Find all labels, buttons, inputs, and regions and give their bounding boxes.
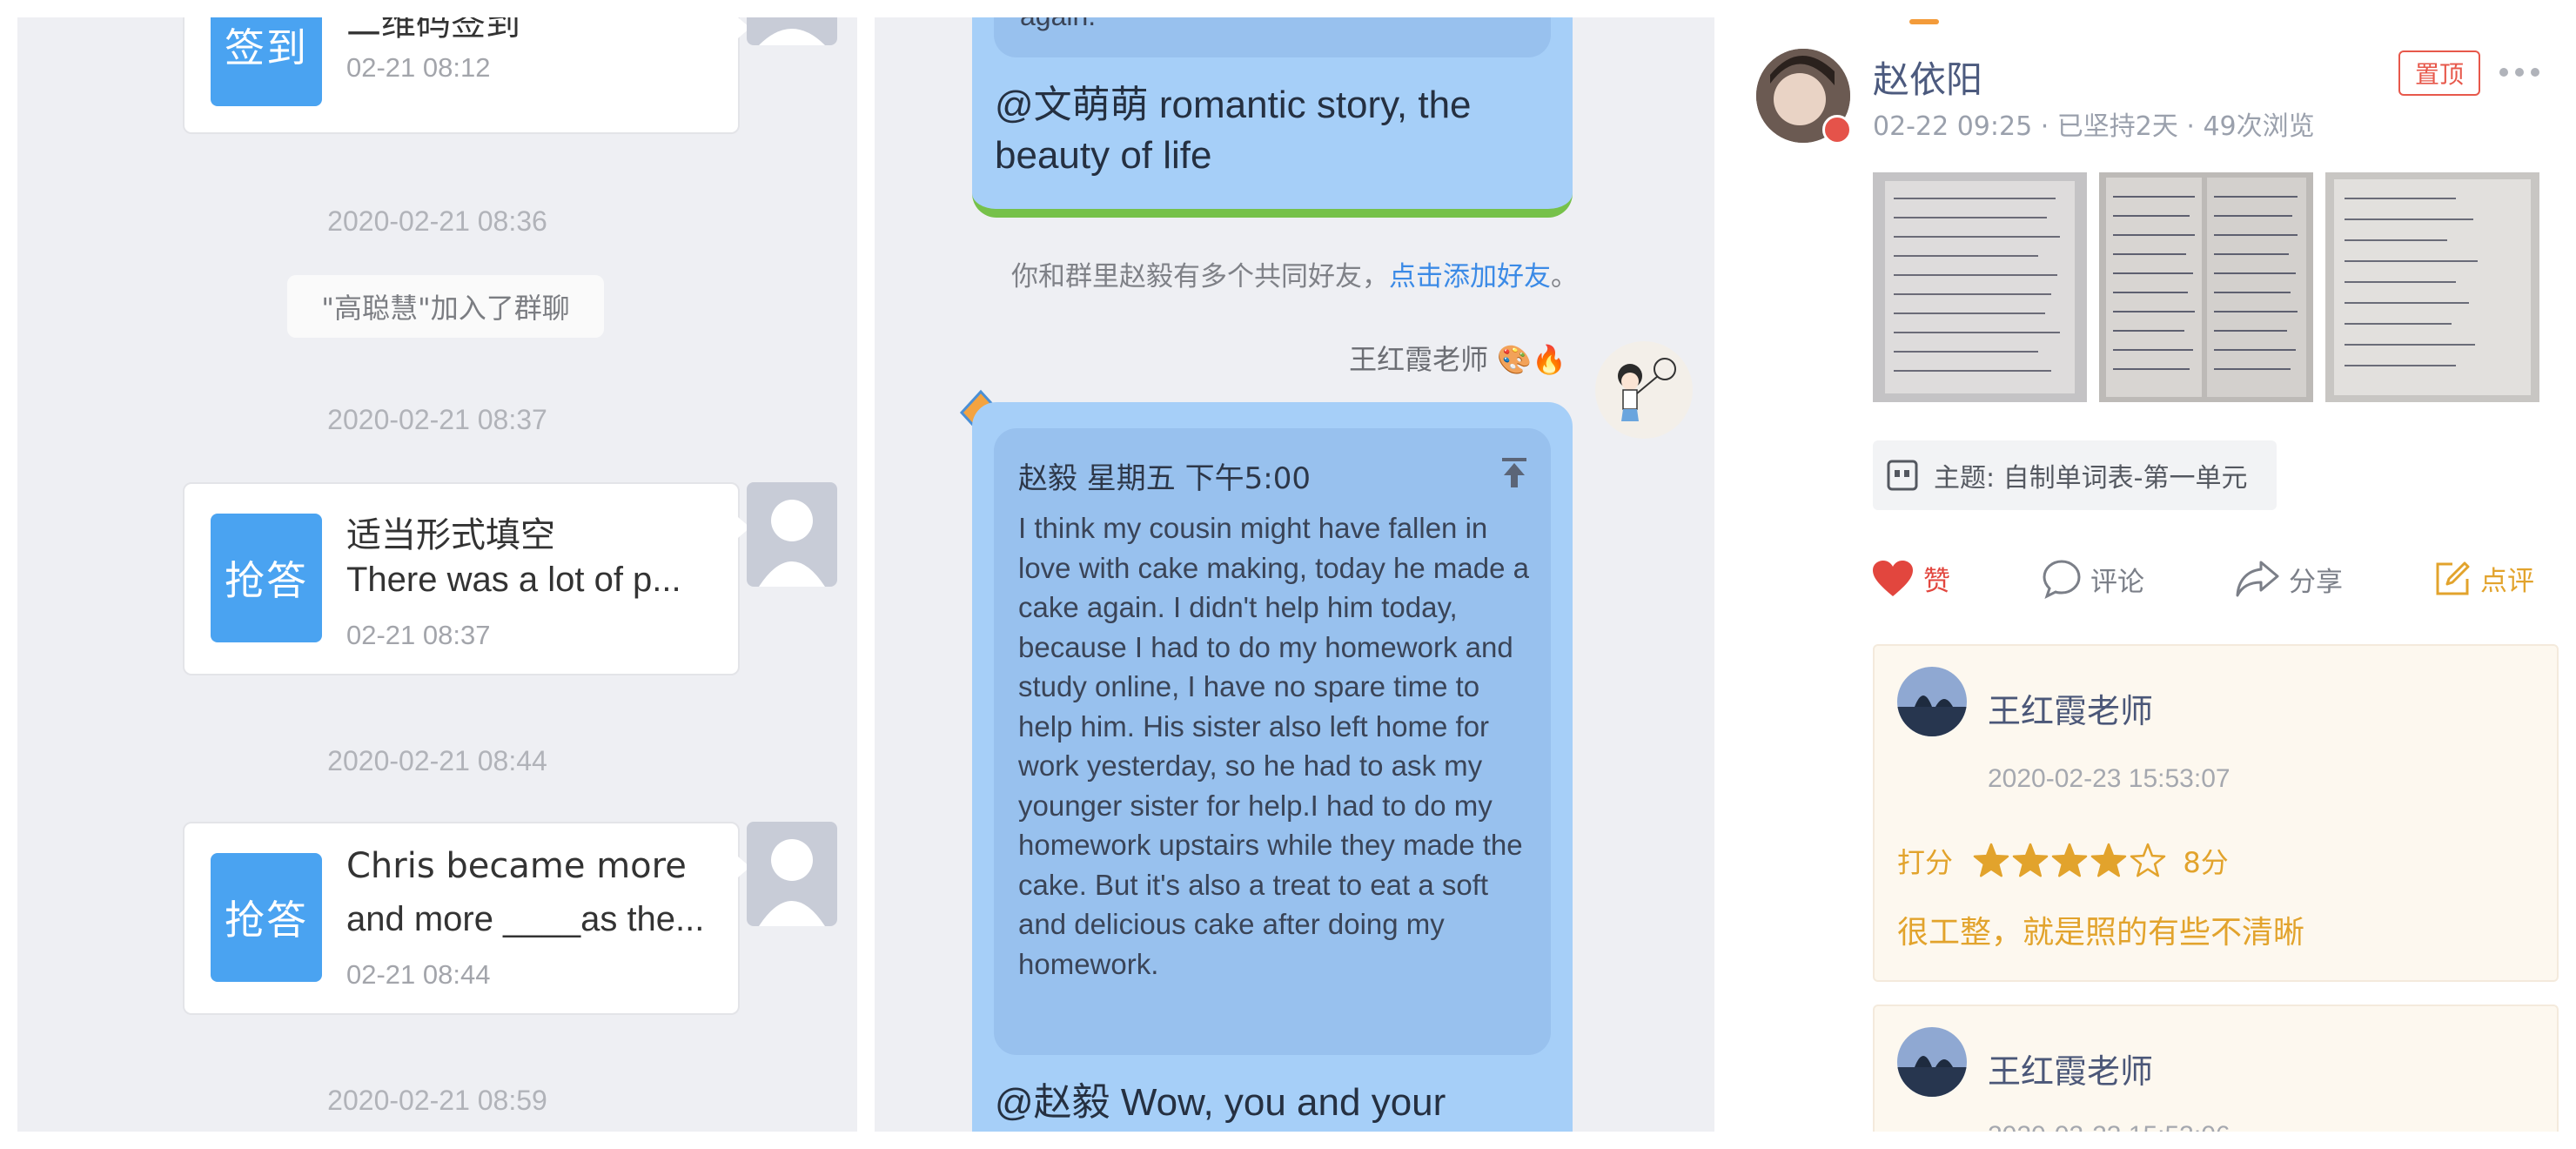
star-filled-icon — [2012, 843, 2049, 877]
system-message: "高聪慧"加入了群聊 — [287, 275, 604, 338]
score-label: 打分 — [1897, 846, 1954, 879]
quiz-badge: 抢答 — [211, 853, 322, 982]
sender-avatar[interactable] — [1595, 341, 1693, 439]
add-friend-note: 你和群里赵毅有多个共同好友，点击添加好友。 — [875, 254, 1714, 293]
score-value: 8分 — [2183, 846, 2229, 879]
checkin-time: 02-21 08:12 — [346, 52, 491, 83]
more-icon[interactable] — [2498, 66, 2541, 83]
post-meta: 02-22 09:25 · 已坚持2天 · 49次浏览 — [1873, 111, 2315, 142]
checkin-card[interactable]: 签到 二维码签到 02-21 08:12 — [183, 17, 750, 134]
user-name[interactable]: 赵依阳 — [1873, 50, 1982, 104]
star-filled-icon — [1973, 843, 2009, 877]
message-text: @赵毅 Wow, you and your cousin can make ca… — [995, 1081, 1446, 1124]
timestamp: 2020-02-21 08:37 — [327, 404, 547, 435]
quiz-subtitle: and more ____as the... — [346, 900, 705, 938]
review-button[interactable]: 点评 — [2433, 559, 2534, 598]
note-text: 你和群里赵毅有多个共同好友， — [1011, 261, 1389, 292]
quiz-title: Chris became more — [346, 846, 687, 886]
message-bubble[interactable]: again. @文萌萌 romantic story, the beauty o… — [972, 17, 1573, 218]
comment-button[interactable]: 评论 — [2042, 559, 2144, 599]
review-comment: 很工整，就是照的有些不清晰 — [1897, 915, 2305, 951]
quoted-message: again. — [994, 17, 1551, 57]
post-panel: 赵依阳 02-22 09:25 · 已坚持2天 · 49次浏览 置顶 主题: 自… — [1732, 17, 2559, 1132]
message-text: @文萌萌 romantic story, the beauty of life — [995, 84, 1472, 177]
quoted-message: 赵毅 星期五 下午5:00 I think my cousin might ha… — [994, 428, 1551, 1055]
avatar[interactable] — [747, 17, 837, 45]
teacher-name[interactable]: 王红霞老师 — [1988, 1045, 2153, 1092]
share-label: 分享 — [2289, 566, 2343, 598]
share-button[interactable]: 分享 — [2235, 559, 2343, 599]
quiz-subtitle: There was a lot of p... — [346, 561, 681, 599]
quote-icon — [1887, 460, 1918, 491]
quiz-card[interactable]: 抢答 Chris became more and more ____as the… — [183, 822, 750, 1015]
review-time: 2020-02-23 15:53:06 — [1988, 1121, 2231, 1132]
rating-stars — [1972, 842, 2169, 887]
timestamp: 2020-02-21 08:44 — [327, 745, 547, 776]
star-filled-icon — [2090, 843, 2127, 877]
like-label: 赞 — [1923, 566, 1950, 597]
teacher-avatar[interactable] — [1897, 1027, 1967, 1097]
quiz-badge: 抢答 — [211, 514, 322, 642]
like-button[interactable]: 赞 — [1871, 559, 1950, 598]
sender-name: 王红霞老师 🎨🔥 — [1349, 343, 1566, 376]
avatar[interactable] — [747, 822, 837, 926]
timestamp: 2020-02-21 08:59 — [327, 1085, 547, 1116]
review-card: 王红霞老师 2020-02-23 15:53:06 — [1873, 1005, 2559, 1132]
quote-body: I think my cousin might have fallen in l… — [1018, 512, 1529, 980]
review-time: 2020-02-23 15:53:07 — [1988, 764, 2231, 793]
post-photo[interactable] — [2099, 172, 2313, 402]
quiz-card[interactable]: 抢答 适当形式填空 There was a lot of p... 02-21 … — [183, 482, 750, 675]
heart-icon — [1871, 560, 1915, 598]
teacher-name[interactable]: 王红霞老师 — [1988, 684, 2153, 732]
scroll-top-icon[interactable] — [1497, 454, 1532, 494]
star-empty-icon — [2130, 843, 2166, 877]
tab-indicator — [1909, 19, 1939, 24]
edit-icon — [2433, 560, 2472, 598]
pin-badge: 置顶 — [2398, 50, 2480, 96]
review-label: 点评 — [2480, 566, 2534, 597]
review-card: 王红霞老师 2020-02-23 15:53:07 打分 8分 很工整，就是照的… — [1873, 644, 2559, 982]
topic-tag[interactable]: 主题: 自制单词表-第一单元 — [1873, 440, 2277, 510]
star-filled-icon — [2051, 843, 2088, 877]
quoted-text: again. — [1020, 17, 1096, 32]
quiz-time: 02-21 08:37 — [346, 620, 491, 650]
comment-icon — [2042, 559, 2082, 599]
score-row: 打分 8分 — [1897, 841, 2229, 887]
checkin-title: 二维码签到 — [346, 17, 520, 44]
topic-text: 主题: 自制单词表-第一单元 — [1934, 463, 2248, 494]
message-bubble[interactable]: 赵毅 星期五 下午5:00 I think my cousin might ha… — [972, 402, 1573, 1132]
add-friend-link[interactable]: 点击添加好友 — [1389, 261, 1551, 292]
verified-icon — [1822, 115, 1852, 144]
timestamp: 2020-02-21 08:36 — [327, 205, 547, 237]
comment-label: 评论 — [2090, 566, 2144, 598]
teacher-avatar[interactable] — [1897, 667, 1967, 736]
post-photo[interactable] — [2325, 172, 2539, 402]
checkin-badge: 签到 — [211, 17, 322, 106]
group-chat-panel: 签到 二维码签到 02-21 08:12 2020-02-21 08:36 "高… — [17, 17, 857, 1132]
quote-header: 赵毅 星期五 下午5:00 — [1018, 461, 1311, 496]
share-icon — [2235, 559, 2280, 599]
avatar[interactable] — [747, 482, 837, 587]
chat-panel: again. @文萌萌 romantic story, the beauty o… — [875, 17, 1714, 1132]
quiz-time: 02-21 08:44 — [346, 959, 491, 990]
quiz-title: 适当形式填空 — [346, 515, 555, 555]
post-photo[interactable] — [1873, 172, 2087, 402]
note-suffix: 。 — [1551, 261, 1578, 292]
